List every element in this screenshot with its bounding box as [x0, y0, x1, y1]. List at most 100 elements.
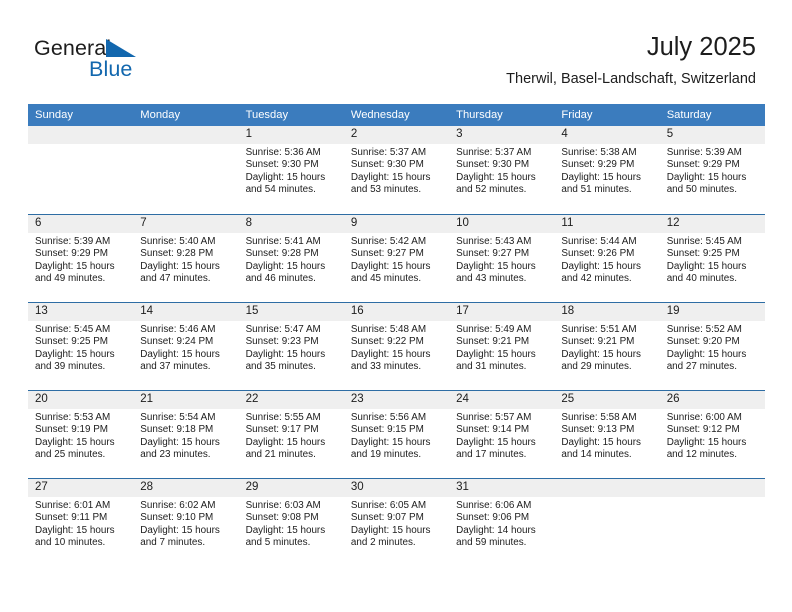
- calendar-day-cell[interactable]: 25 Sunrise: 5:58 AM Sunset: 9:13 PM Dayligh…: [554, 391, 659, 478]
- day-sun-info: Sunrise: 5:43 AM Sunset: 9:27 PM Daylight:…: [456, 236, 547, 286]
- calendar-day-cell[interactable]: 6 Sunrise: 5:39 AM Sunset: 9:29 PM Daylight…: [28, 215, 133, 302]
- sunset-text: Sunset: 9:29 PM: [561, 159, 635, 171]
- sunrise-text: Sunrise: 5:58 AM: [561, 412, 637, 423]
- calendar-day-cell[interactable]: 24 Sunrise: 5:57 AM Sunset: 9:14 PM Dayligh…: [449, 391, 554, 478]
- calendar-day-cell[interactable]: 23 Sunrise: 5:56 AM Sunset: 9:15 PM Dayligh…: [344, 391, 449, 478]
- day-sun-info: Sunrise: 5:52 AM Sunset: 9:20 PM Daylight:…: [667, 324, 758, 374]
- day-number: 12: [666, 217, 680, 229]
- sunrise-text: Sunrise: 5:36 AM: [245, 147, 321, 158]
- day-number: 26: [666, 393, 680, 405]
- day-number: 3: [456, 128, 463, 140]
- day-number: 5: [666, 128, 674, 140]
- daylight-text-line2: and 43 minutes.: [456, 273, 527, 285]
- sunset-text: Sunset: 9:30 PM: [245, 159, 319, 171]
- sunrise-text: Sunrise: 5:39 AM: [35, 236, 111, 247]
- day-sun-info: Sunrise: 5:36 AM Sunset: 9:30 PM Daylight:…: [246, 147, 337, 197]
- calendar-day-cell[interactable]: 16 Sunrise: 5:48 AM Sunset: 9:22 PM Dayligh…: [344, 303, 449, 390]
- daylight-text-line1: Daylight: 15 hours: [666, 171, 747, 183]
- calendar-day-cell[interactable]: 20 Sunrise: 5:53 AM Sunset: 9:19 PM Dayligh…: [28, 391, 133, 478]
- sunset-text: Sunset: 9:27 PM: [456, 248, 530, 260]
- sunset-text: Sunset: 9:29 PM: [666, 159, 740, 171]
- sunrise-text: Sunrise: 5:57 AM: [456, 412, 532, 423]
- calendar-day-cell[interactable]: 31 Sunrise: 6:06 AM Sunset: 9:06 PM Dayligh…: [449, 479, 554, 570]
- calendar-day-cell[interactable]: 28 Sunrise: 6:02 AM Sunset: 9:10 PM Dayligh…: [133, 479, 238, 570]
- calendar-day-cell[interactable]: 2 Sunrise: 5:37 AM Sunset: 9:30 PM Daylight…: [344, 126, 449, 214]
- calendar-page: General Blue July 2025 Therwil, Basel-La…: [0, 0, 792, 612]
- calendar-day-cell[interactable]: 10 Sunrise: 5:43 AM Sunset: 9:27 PM Dayligh…: [449, 215, 554, 302]
- daylight-text-line1: Daylight: 15 hours: [666, 260, 747, 272]
- calendar-grid: Sunday Monday Tuesday Wednesday Thursday Frid…: [28, 104, 765, 570]
- sunrise-text: Sunrise: 5:56 AM: [350, 412, 427, 423]
- day-number: 7: [140, 217, 147, 229]
- daylight-text-line2: and 7 minutes.: [140, 537, 206, 549]
- sunset-text: Sunset: 9:28 PM: [140, 248, 214, 260]
- calendar-day-cell[interactable]: 29 Sunrise: 6:03 AM Sunset: 9:08 PM Dayligh…: [239, 479, 344, 570]
- daylight-text-line1: Daylight: 15 hours: [140, 524, 220, 536]
- sunrise-text: Sunrise: 5:55 AM: [245, 412, 321, 423]
- calendar-day-cell[interactable]: 30 Sunrise: 6:05 AM Sunset: 9:07 PM Dayligh…: [344, 479, 449, 570]
- sunset-text: Sunset: 9:17 PM: [245, 424, 319, 436]
- calendar-day-cell[interactable]: 18 Sunrise: 5:51 AM Sunset: 9:21 PM Dayligh…: [554, 303, 659, 390]
- day-number: [667, 479, 758, 497]
- weekday-header-friday: Friday: [561, 109, 593, 121]
- brand-name-blue: Blue: [89, 57, 133, 81]
- sunset-text: Sunset: 9:24 PM: [140, 336, 214, 348]
- daylight-text-line1: Daylight: 15 hours: [561, 348, 641, 360]
- calendar-week-row: 1 Sunrise: 5:36 AM Sunset: 9:30 PM Daylight…: [28, 126, 765, 214]
- daylight-text-line1: Daylight: 15 hours: [350, 171, 431, 183]
- day-sun-info: Sunrise: 5:58 AM Sunset: 9:13 PM Daylight:…: [561, 412, 652, 462]
- calendar-day-cell[interactable]: 7 Sunrise: 5:40 AM Sunset: 9:28 PM Daylight…: [133, 215, 238, 302]
- calendar-day-cell[interactable]: 17 Sunrise: 5:49 AM Sunset: 9:21 PM Dayligh…: [449, 303, 554, 390]
- sunrise-text: Sunrise: 5:52 AM: [666, 324, 742, 335]
- sunset-text: Sunset: 9:20 PM: [666, 336, 740, 348]
- daylight-text-line2: and 29 minutes.: [561, 361, 632, 373]
- daylight-text-line1: Daylight: 15 hours: [140, 436, 220, 448]
- calendar-day-cell[interactable]: 27 Sunrise: 6:01 AM Sunset: 9:11 PM Dayligh…: [28, 479, 133, 570]
- calendar-week-row: 27 Sunrise: 6:01 AM Sunset: 9:11 PM Dayligh…: [28, 478, 765, 570]
- day-sun-info: Sunrise: 5:40 AM Sunset: 9:28 PM Daylight:…: [140, 236, 231, 286]
- day-sun-info: Sunrise: 5:56 AM Sunset: 9:15 PM Daylight:…: [351, 412, 442, 462]
- calendar-day-cell-empty: [28, 126, 133, 214]
- daylight-text-line2: and 54 minutes.: [245, 184, 316, 196]
- calendar-day-cell-empty: [660, 479, 765, 570]
- brand-logo[interactable]: General Blue: [34, 36, 264, 86]
- day-number: 27: [35, 481, 48, 493]
- daylight-text-line2: and 50 minutes.: [666, 184, 737, 196]
- calendar-day-cell[interactable]: 13 Sunrise: 5:45 AM Sunset: 9:25 PM Dayligh…: [28, 303, 133, 390]
- calendar-day-cell[interactable]: 26 Sunrise: 6:00 AM Sunset: 9:12 PM Dayligh…: [660, 391, 765, 478]
- calendar-day-cell[interactable]: 14 Sunrise: 5:46 AM Sunset: 9:24 PM Dayligh…: [133, 303, 238, 390]
- calendar-day-cell[interactable]: 9 Sunrise: 5:42 AM Sunset: 9:27 PM Daylight…: [344, 215, 449, 302]
- daylight-text-line1: Daylight: 15 hours: [245, 260, 326, 272]
- calendar-day-cell[interactable]: 5 Sunrise: 5:39 AM Sunset: 9:29 PM Daylight…: [660, 126, 765, 214]
- day-sun-info: Sunrise: 6:00 AM Sunset: 9:12 PM Daylight:…: [667, 412, 758, 462]
- daylight-text-line2: and 40 minutes.: [666, 273, 737, 285]
- sunrise-text: Sunrise: 6:00 AM: [666, 412, 742, 423]
- day-sun-info: Sunrise: 5:45 AM Sunset: 9:25 PM Daylight:…: [35, 324, 126, 374]
- calendar-day-cell[interactable]: 1 Sunrise: 5:36 AM Sunset: 9:30 PM Daylight…: [239, 126, 344, 214]
- calendar-day-cell[interactable]: 11 Sunrise: 5:44 AM Sunset: 9:26 PM Dayligh…: [554, 215, 659, 302]
- day-number: 11: [561, 217, 574, 229]
- calendar-day-cell[interactable]: 19 Sunrise: 5:52 AM Sunset: 9:20 PM Dayligh…: [660, 303, 765, 390]
- day-sun-info: Sunrise: 5:54 AM Sunset: 9:18 PM Daylight:…: [140, 412, 231, 462]
- weekday-header-thursday: Thursday: [456, 109, 503, 121]
- calendar-week-row: 6 Sunrise: 5:39 AM Sunset: 9:29 PM Daylight…: [28, 214, 765, 302]
- day-sun-info: Sunrise: 5:45 AM Sunset: 9:25 PM Daylight:…: [667, 236, 758, 286]
- calendar-day-cell[interactable]: 15 Sunrise: 5:47 AM Sunset: 9:23 PM Dayligh…: [239, 303, 344, 390]
- sunset-text: Sunset: 9:25 PM: [666, 248, 740, 260]
- day-sun-info: Sunrise: 6:05 AM Sunset: 9:07 PM Daylight:…: [351, 500, 442, 550]
- daylight-text-line1: Daylight: 15 hours: [561, 171, 641, 183]
- daylight-text-line1: Daylight: 15 hours: [245, 436, 326, 448]
- weekday-header-row: Sunday Monday Tuesday Wednesday Thursday Frid…: [28, 104, 765, 126]
- calendar-day-cell[interactable]: 22 Sunrise: 5:55 AM Sunset: 9:17 PM Dayligh…: [239, 391, 344, 478]
- calendar-day-cell[interactable]: 3 Sunrise: 5:37 AM Sunset: 9:30 PM Daylight…: [449, 126, 554, 214]
- sunrise-text: Sunrise: 5:37 AM: [350, 147, 427, 158]
- day-number: 8: [245, 217, 252, 229]
- day-number: 23: [350, 393, 364, 405]
- sunset-text: Sunset: 9:06 PM: [456, 512, 530, 524]
- calendar-day-cell[interactable]: 8 Sunrise: 5:41 AM Sunset: 9:28 PM Daylight…: [239, 215, 344, 302]
- daylight-text-line1: Daylight: 15 hours: [35, 348, 115, 360]
- calendar-day-cell[interactable]: 4 Sunrise: 5:38 AM Sunset: 9:29 PM Daylight…: [554, 126, 659, 214]
- day-number: 19: [666, 305, 680, 317]
- calendar-day-cell[interactable]: 21 Sunrise: 5:54 AM Sunset: 9:18 PM Dayligh…: [133, 391, 238, 478]
- calendar-day-cell[interactable]: 12 Sunrise: 5:45 AM Sunset: 9:25 PM Dayligh…: [660, 215, 765, 302]
